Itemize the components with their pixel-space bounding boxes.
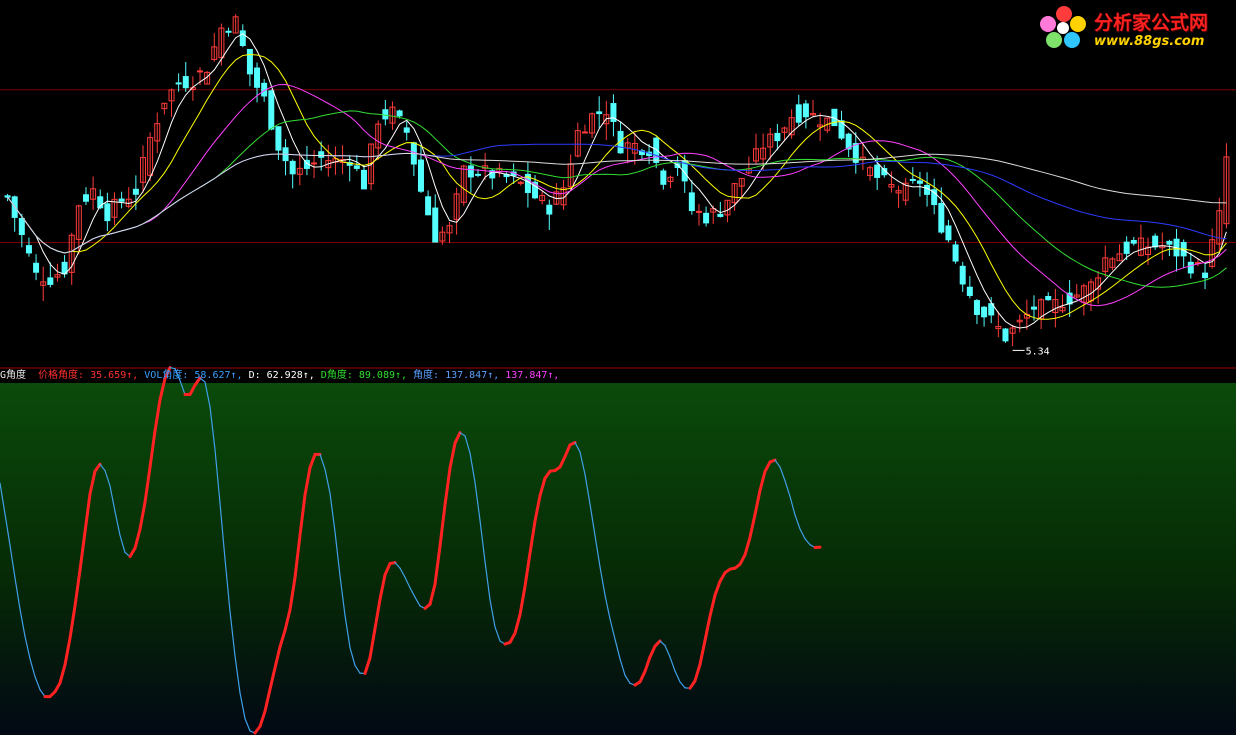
candle-body xyxy=(4,195,11,198)
legend-item: 价格角度: 35.659↑, xyxy=(38,370,139,381)
candle-body xyxy=(311,162,318,165)
oscillator-segment xyxy=(768,458,777,464)
candle-body xyxy=(254,67,261,88)
candle-body xyxy=(874,164,881,178)
candle-body xyxy=(182,76,189,89)
candle-body xyxy=(18,218,25,236)
candle-body xyxy=(467,165,474,178)
candle-body xyxy=(688,192,695,212)
candle-body xyxy=(1152,235,1159,248)
candle-body xyxy=(275,126,282,151)
indicator-legend: G角度 价格角度: 35.659↑, VOL角度: 58.627↑, D: 62.9… xyxy=(0,369,559,383)
candle-body xyxy=(246,48,253,75)
candle-body xyxy=(981,306,988,318)
candle-body xyxy=(966,286,973,296)
candle-body xyxy=(289,160,296,175)
candle-body xyxy=(924,184,931,195)
indicator-name: G角度 xyxy=(0,370,27,381)
legend-item: D角度: 89.089↑, xyxy=(320,370,408,381)
candle-body xyxy=(909,178,916,181)
candle-body xyxy=(945,225,952,241)
site-logo[interactable]: 分析家公式网 www.88gs.com xyxy=(1036,2,1232,54)
candle-body xyxy=(425,196,432,216)
candle-body xyxy=(660,170,667,185)
stock-chart-canvas: 5.34 xyxy=(0,0,1236,735)
candle-body xyxy=(1030,306,1037,310)
candle-body xyxy=(104,203,111,222)
candle-body xyxy=(25,245,32,254)
candle-body xyxy=(225,30,232,33)
candle-body xyxy=(432,207,439,243)
candle-body xyxy=(1002,328,1009,342)
candle-body xyxy=(1130,239,1137,244)
candle-body xyxy=(596,111,603,115)
candle-body xyxy=(360,169,367,190)
candle-body xyxy=(581,131,588,134)
candle-body xyxy=(973,300,980,315)
candle-body xyxy=(132,188,139,195)
candle xyxy=(1002,327,1009,343)
legend-item: VOL角度: 58.627↑, xyxy=(144,370,243,381)
candle-body xyxy=(952,244,959,262)
candle-body xyxy=(938,202,945,233)
candle-body xyxy=(197,70,204,73)
candle-body xyxy=(396,110,403,117)
candle-body xyxy=(959,265,966,285)
candle-body xyxy=(175,82,182,85)
indicator-panel-background xyxy=(0,383,1236,735)
candle-body xyxy=(1202,272,1209,279)
candle-body xyxy=(1187,261,1194,274)
oscillator-segment xyxy=(388,561,397,566)
candle-body xyxy=(417,159,424,192)
candle-body xyxy=(268,90,275,130)
legend-item: 137.847↑, xyxy=(505,370,560,381)
candle-body xyxy=(82,194,89,202)
flower-logo-icon xyxy=(1040,6,1086,48)
candle xyxy=(268,89,275,131)
candle-body xyxy=(802,103,809,118)
candle-body xyxy=(916,180,923,184)
candle-body xyxy=(118,198,125,202)
logo-url: www.88gs.com xyxy=(1094,34,1205,49)
candle-body xyxy=(546,204,553,215)
low-marker-label: 5.34 xyxy=(1026,346,1050,357)
indicator-legend-items: 价格角度: 35.659↑, VOL角度: 58.627↑, D: 62.928↑,… xyxy=(32,370,559,381)
candle-body xyxy=(382,109,389,120)
candle-body xyxy=(1123,241,1130,254)
candle-body xyxy=(47,277,54,285)
candle-body xyxy=(695,210,702,213)
candle-body xyxy=(403,127,410,133)
candle-body xyxy=(774,132,781,142)
candle-body xyxy=(318,151,325,158)
candle-body xyxy=(795,104,802,123)
candle-body xyxy=(475,173,482,176)
candle-body xyxy=(653,137,660,163)
candle-body xyxy=(1166,240,1173,245)
candle-body xyxy=(717,213,724,217)
candle-body xyxy=(239,30,246,46)
candle-body xyxy=(33,262,40,273)
logo-title: 分析家公式网 xyxy=(1094,12,1209,34)
legend-item: 角度: 137.847↑, xyxy=(413,370,500,381)
candle-body xyxy=(353,165,360,169)
candle-body xyxy=(1045,295,1052,301)
main-panel-background xyxy=(0,0,1236,368)
candle-body xyxy=(703,212,710,224)
legend-item: D: 62.928↑, xyxy=(248,370,315,381)
